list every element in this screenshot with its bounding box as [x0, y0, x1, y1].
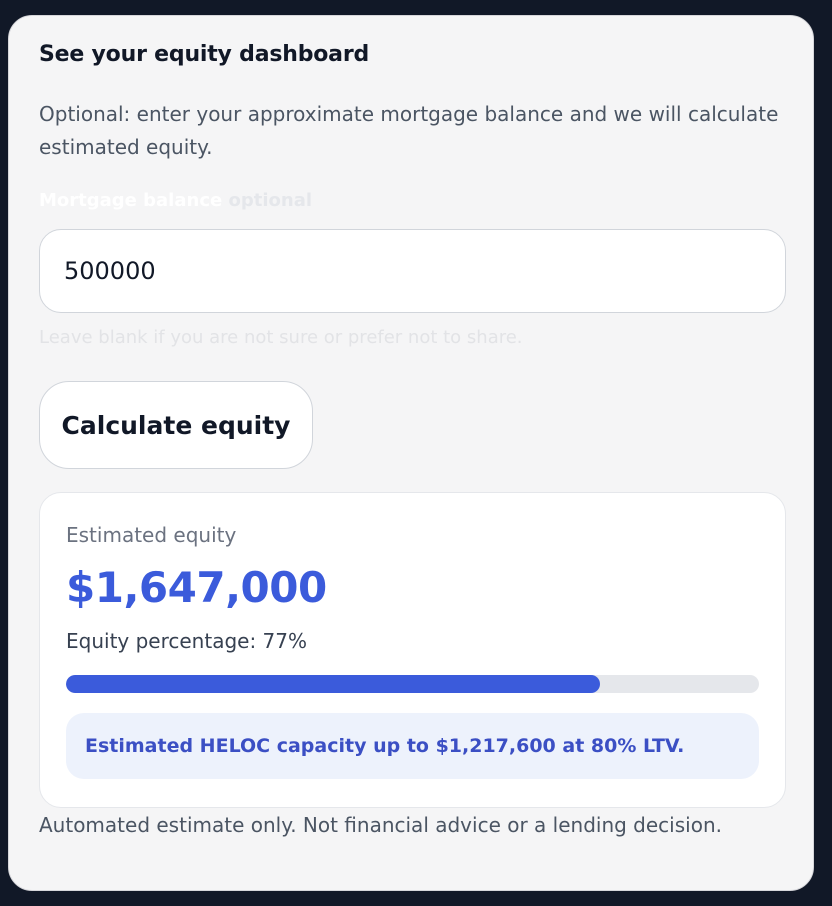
estimated-equity-amount: $1,647,000 — [66, 563, 327, 612]
equity-dashboard-card: See your equity dashboard Optional: ente… — [8, 15, 814, 891]
mortgage-balance-label-text: Mortgage balance — [39, 190, 223, 211]
equity-progress-bar — [66, 675, 759, 693]
mortgage-balance-input[interactable] — [39, 229, 786, 313]
mortgage-balance-label: Mortgage balance optional — [39, 190, 312, 211]
equity-result-panel: Estimated equity $1,647,000 Equity perce… — [39, 492, 786, 808]
mortgage-balance-hint: Leave blank if you are not sure or prefe… — [39, 327, 523, 348]
dashboard-intro: Optional: enter your approximate mortgag… — [39, 102, 779, 159]
heloc-capacity-note: Estimated HELOC capacity up to $1,217,60… — [66, 713, 759, 779]
optional-tag: optional — [228, 190, 313, 211]
equity-percentage-text: Equity percentage: 77% — [66, 629, 308, 653]
calculate-equity-button[interactable]: Calculate equity — [39, 381, 313, 469]
dashboard-title: See your equity dashboard — [39, 42, 370, 67]
estimated-equity-label: Estimated equity — [66, 523, 237, 547]
disclaimer-text: Automated estimate only. Not financial a… — [39, 813, 722, 837]
equity-progress-fill — [66, 675, 600, 693]
